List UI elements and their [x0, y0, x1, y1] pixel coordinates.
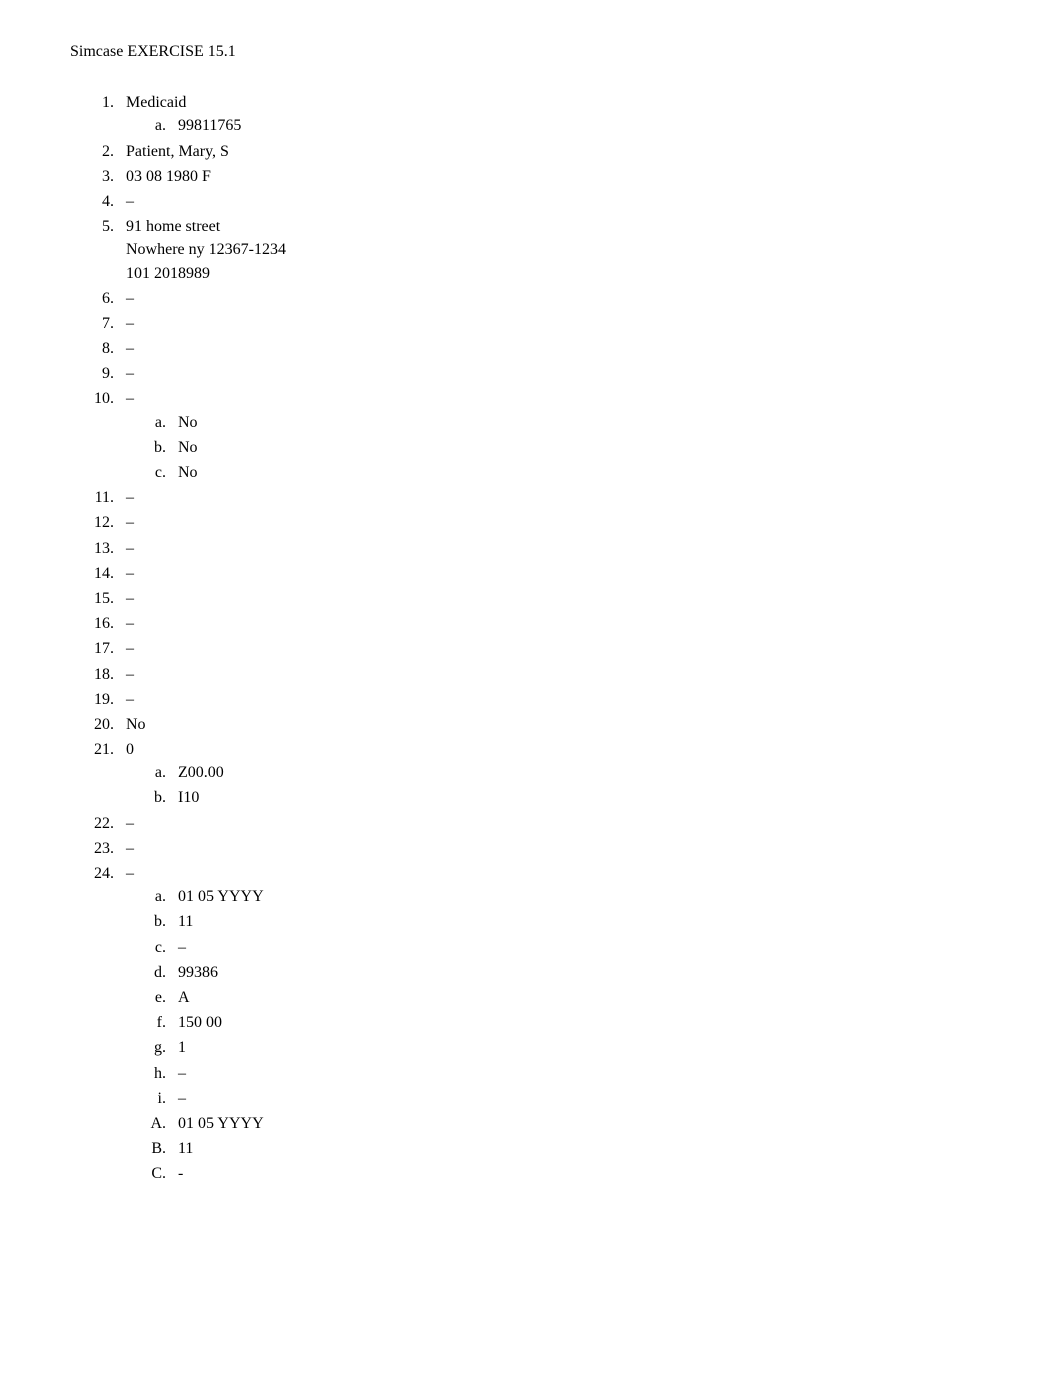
item-5-block: 91 home street Nowhere ny 12367-1234 101… — [126, 215, 992, 285]
item-24C: - — [170, 1162, 992, 1185]
item-21a: Z00.00 — [170, 761, 992, 784]
item-21-text: 0 — [126, 741, 134, 758]
list-item-19: – — [118, 688, 992, 711]
list-item-7: – — [118, 312, 992, 335]
list-item-10: – No No No — [118, 387, 992, 484]
list-item-6: – — [118, 287, 992, 310]
sublist-21: Z00.00 I10 — [126, 761, 992, 809]
item-24c: – — [170, 936, 992, 959]
item-10c: No — [170, 461, 992, 484]
item-24A: 01 05 YYYY — [170, 1112, 992, 1135]
item-24-text: – — [126, 865, 134, 882]
list-item-15: – — [118, 587, 992, 610]
item-24f: 150 00 — [170, 1011, 992, 1034]
document-page: Simcase EXERCISE 15.1 Medicaid 99811765 … — [0, 0, 1062, 1377]
item-10-text: – — [126, 390, 134, 407]
item-10b: No — [170, 436, 992, 459]
item-5-line3: 101 2018989 — [126, 262, 992, 285]
list-item-22: – — [118, 812, 992, 835]
list-item-5: 91 home street Nowhere ny 12367-1234 101… — [118, 215, 992, 285]
list-item-14: – — [118, 562, 992, 585]
list-item-2: Patient, Mary, S — [118, 140, 992, 163]
list-item-17: – — [118, 637, 992, 660]
item-5-line2: Nowhere ny 12367-1234 — [126, 238, 992, 261]
page-header: Simcase EXERCISE 15.1 — [70, 40, 992, 63]
sublist-24-lower: 01 05 YYYY 11 – 99386 A 150 00 1 – – — [126, 885, 992, 1110]
item-24e: A — [170, 986, 992, 1009]
list-item-11: – — [118, 486, 992, 509]
main-ordered-list: Medicaid 99811765 Patient, Mary, S 03 08… — [70, 91, 992, 1185]
item-24i: – — [170, 1087, 992, 1110]
sublist-24-upper: 01 05 YYYY 11 - — [126, 1112, 992, 1186]
sublist-1: 99811765 — [126, 114, 992, 137]
list-item-18: – — [118, 663, 992, 686]
item-24a: 01 05 YYYY — [170, 885, 992, 908]
list-item-1: Medicaid 99811765 — [118, 91, 992, 137]
list-item-24: – 01 05 YYYY 11 – 99386 A 150 00 1 – – 0… — [118, 862, 992, 1185]
list-item-8: – — [118, 337, 992, 360]
item-10a: No — [170, 411, 992, 434]
item-24g: 1 — [170, 1036, 992, 1059]
item-21b: I10 — [170, 786, 992, 809]
item-5-line1: 91 home street — [126, 215, 992, 238]
item-24d: 99386 — [170, 961, 992, 984]
item-1-text: Medicaid — [126, 94, 186, 111]
item-1a: 99811765 — [170, 114, 992, 137]
list-item-23: – — [118, 837, 992, 860]
list-item-20: No — [118, 713, 992, 736]
list-item-9: – — [118, 362, 992, 385]
list-item-16: – — [118, 612, 992, 635]
list-item-13: – — [118, 537, 992, 560]
list-item-21: 0 Z00.00 I10 — [118, 738, 992, 810]
list-item-4: – — [118, 190, 992, 213]
list-item-3: 03 08 1980 F — [118, 165, 992, 188]
item-24h: – — [170, 1062, 992, 1085]
item-24b: 11 — [170, 910, 992, 933]
sublist-10: No No No — [126, 411, 992, 485]
item-24B: 11 — [170, 1137, 992, 1160]
list-item-12: – — [118, 511, 992, 534]
